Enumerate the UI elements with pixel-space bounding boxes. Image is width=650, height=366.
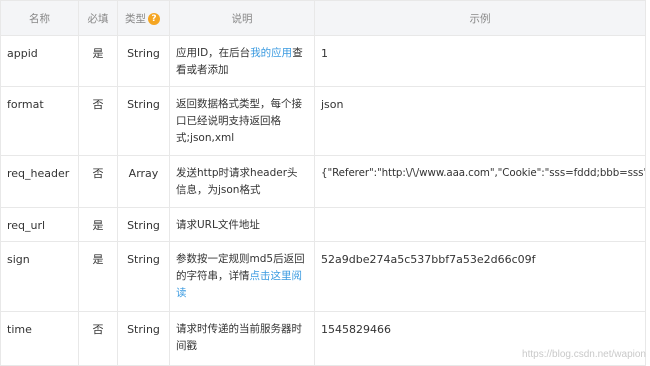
params-table: 名称 必填 类型? 说明 示例 appid 是 String 应用ID，在后台我… — [0, 0, 646, 366]
param-description: 应用ID，在后台我的应用查看或者添加 — [170, 36, 314, 79]
param-description: 参数按一定规则md5后返回的字符串，详情点击这里阅读 — [170, 242, 314, 302]
watermark: https://blog.csdn.net/wapion — [522, 349, 646, 360]
param-example: 1545829466 — [321, 323, 391, 336]
param-description: 请求时传递的当前服务器时间戳 — [176, 323, 302, 352]
header-type: 类型? — [117, 0, 170, 36]
param-type: String — [127, 47, 160, 60]
table-header-row: 名称 必填 类型? 说明 示例 — [0, 0, 646, 36]
param-name: format — [7, 98, 44, 111]
param-type: String — [127, 253, 160, 266]
table-row: sign 是 String 参数按一定规则md5后返回的字符串，详情点击这里阅读… — [0, 241, 646, 312]
param-type: Array — [128, 167, 159, 180]
param-name: sign — [7, 253, 30, 266]
param-description: 请求URL文件地址 — [176, 219, 260, 231]
param-required: 是 — [92, 253, 104, 266]
param-description: 返回数据格式类型，每个接口已经说明支持返回格式;json,xml — [176, 98, 302, 144]
param-example: {"Referer":"http:\/\/www.aaa.com","Cooki… — [321, 167, 645, 179]
param-example — [315, 208, 645, 217]
param-example: 1 — [321, 47, 328, 60]
param-required: 是 — [92, 219, 104, 232]
param-example: json — [321, 98, 344, 111]
table-row: format 否 String 返回数据格式类型，每个接口已经说明支持返回格式;… — [0, 86, 646, 156]
param-name: req_header — [7, 167, 70, 180]
param-required: 否 — [92, 167, 104, 180]
param-type: String — [127, 98, 160, 111]
param-description: 发送http时请求header头信息，为json格式 — [176, 167, 298, 196]
param-type: String — [127, 219, 160, 232]
param-example: 52a9dbe274a5c537bbf7a53e2d66c09f — [321, 253, 536, 266]
description-text: 应用ID，在后台 — [176, 47, 251, 59]
param-required: 否 — [92, 323, 104, 336]
table-row: req_url 是 String 请求URL文件地址 — [0, 207, 646, 242]
param-required: 是 — [92, 47, 104, 60]
param-name: appid — [7, 47, 38, 60]
header-type-label: 类型 — [125, 12, 146, 25]
param-name: req_url — [7, 219, 46, 232]
table-row: req_header 否 Array 发送http时请求header头信息，为j… — [0, 155, 646, 208]
param-required: 否 — [92, 98, 104, 111]
header-name: 名称 — [0, 0, 79, 36]
header-required: 必填 — [78, 0, 118, 36]
header-example: 示例 — [314, 0, 646, 36]
question-circle-icon[interactable]: ? — [148, 12, 160, 25]
table-row: appid 是 String 应用ID，在后台我的应用查看或者添加 1 — [0, 35, 646, 87]
param-type: String — [127, 323, 160, 336]
header-description: 说明 — [169, 0, 315, 36]
my-apps-link[interactable]: 我的应用 — [250, 47, 292, 59]
param-name: time — [7, 323, 32, 336]
